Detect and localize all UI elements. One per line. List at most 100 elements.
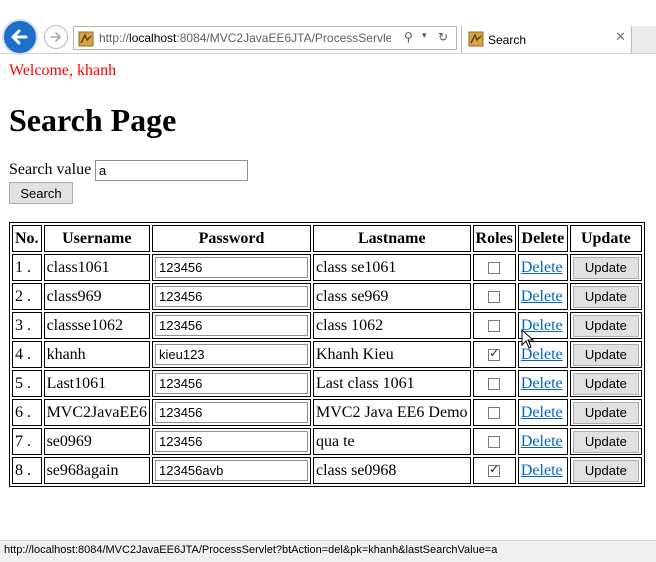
cell-password bbox=[152, 370, 311, 397]
role-checkbox[interactable] bbox=[488, 406, 501, 419]
table-row: 1 .class1061 class se1061 Delete Update bbox=[12, 254, 642, 281]
forward-arrow-icon bbox=[50, 32, 61, 42]
password-field[interactable] bbox=[155, 344, 308, 365]
chevron-down-icon[interactable]: ▾ bbox=[422, 31, 427, 41]
delete-link[interactable]: Delete bbox=[521, 404, 563, 421]
magnifier-icon[interactable]: ⚲ bbox=[404, 30, 413, 44]
password-field[interactable] bbox=[155, 402, 308, 423]
tab-search[interactable]: Search ✕ bbox=[461, 26, 632, 53]
cell-lastname: MVC2 Java EE6 Demo bbox=[313, 399, 471, 426]
update-button[interactable]: Update bbox=[572, 459, 639, 482]
cell-update: Update bbox=[569, 457, 642, 484]
cell-username: khanh bbox=[43, 341, 150, 368]
delete-link[interactable]: Delete bbox=[521, 375, 563, 392]
cell-lastname: Khanh Kieu bbox=[313, 341, 471, 368]
forward-button[interactable] bbox=[44, 25, 68, 49]
cell-roles bbox=[472, 341, 516, 368]
cell-no: 8 . bbox=[12, 457, 42, 484]
update-button[interactable]: Update bbox=[572, 256, 639, 279]
role-checkbox[interactable] bbox=[488, 377, 501, 390]
url-prefix: http:// bbox=[99, 31, 130, 45]
update-button[interactable]: Update bbox=[572, 372, 639, 395]
welcome-message: Welcome, khanh bbox=[9, 62, 117, 79]
cell-roles bbox=[472, 399, 516, 426]
role-checkbox[interactable] bbox=[488, 319, 501, 332]
delete-link[interactable]: Delete bbox=[521, 433, 563, 450]
search-label: Search value bbox=[9, 161, 92, 178]
cell-username: Last1061 bbox=[43, 370, 150, 397]
password-field[interactable] bbox=[155, 373, 308, 394]
cell-no: 2 . bbox=[12, 283, 42, 310]
back-arrow-icon bbox=[11, 29, 28, 45]
search-input[interactable] bbox=[95, 160, 248, 181]
password-field[interactable] bbox=[155, 286, 308, 307]
cell-update: Update bbox=[569, 428, 642, 455]
header-no: No. bbox=[12, 225, 42, 252]
url-host: localhost bbox=[129, 31, 177, 45]
cell-delete: Delete bbox=[517, 399, 568, 426]
update-button[interactable]: Update bbox=[572, 401, 639, 424]
role-checkbox[interactable] bbox=[488, 346, 501, 361]
header-delete: Delete bbox=[517, 225, 568, 252]
delete-link[interactable]: Delete bbox=[521, 288, 563, 305]
mouse-pointer-icon bbox=[521, 329, 535, 349]
refresh-icon[interactable]: ↻ bbox=[438, 30, 448, 44]
password-field[interactable] bbox=[155, 431, 308, 452]
cell-lastname: Last class 1061 bbox=[313, 370, 471, 397]
update-button[interactable]: Update bbox=[572, 314, 639, 337]
cell-password bbox=[152, 428, 311, 455]
cell-lastname: class se1061 bbox=[313, 254, 471, 281]
update-button[interactable]: Update bbox=[572, 285, 639, 308]
header-username: Username bbox=[43, 225, 150, 252]
cell-password bbox=[152, 254, 311, 281]
cell-password bbox=[152, 312, 311, 339]
password-field[interactable] bbox=[155, 315, 308, 336]
cell-roles bbox=[472, 312, 516, 339]
delete-link[interactable]: Delete bbox=[521, 259, 563, 276]
header-roles: Roles bbox=[472, 225, 516, 252]
role-checkbox[interactable] bbox=[488, 462, 501, 477]
tab-title: Search bbox=[488, 33, 527, 47]
table-row: 3 .classse1062class 1062DeleteUpdate bbox=[12, 312, 642, 339]
cell-delete: Delete bbox=[517, 370, 568, 397]
table-header-row: No. Username Password Lastname Roles Del… bbox=[12, 225, 642, 252]
browser-chrome: http://localhost:8084/MVC2JavaEE6JTA/Pro… bbox=[0, 0, 656, 58]
cell-roles bbox=[472, 428, 516, 455]
cell-username: se0969 bbox=[43, 428, 150, 455]
cell-update: Update bbox=[569, 312, 642, 339]
update-button[interactable]: Update bbox=[572, 430, 639, 453]
status-bar: http://localhost:8084/MVC2JavaEE6JTA/Pro… bbox=[0, 540, 656, 562]
status-url: http://localhost:8084/MVC2JavaEE6JTA/Pro… bbox=[4, 544, 498, 556]
cell-lastname: class 1062 bbox=[313, 312, 471, 339]
table-row: 7 .se0969 qua te Delete Update bbox=[12, 428, 642, 455]
role-checkbox[interactable] bbox=[488, 435, 501, 448]
search-button[interactable]: Search bbox=[9, 182, 73, 204]
password-field[interactable] bbox=[155, 460, 308, 481]
table-row: 5 .Last1061 Last class 1061 Delete Update bbox=[12, 370, 642, 397]
cell-no: 6 . bbox=[12, 399, 42, 426]
back-button[interactable] bbox=[2, 19, 38, 55]
close-icon[interactable]: ✕ bbox=[615, 30, 626, 45]
role-checkbox[interactable] bbox=[488, 261, 501, 274]
role-checkbox[interactable] bbox=[488, 290, 501, 303]
cell-no: 5 . bbox=[12, 370, 42, 397]
address-text[interactable]: http://localhost:8084/MVC2JavaEE6JTA/Pro… bbox=[99, 31, 391, 45]
cell-lastname: qua te bbox=[313, 428, 471, 455]
cell-no: 4 . bbox=[12, 341, 42, 368]
update-button[interactable]: Update bbox=[572, 343, 639, 366]
cell-password bbox=[152, 399, 311, 426]
cell-no: 7 . bbox=[12, 428, 42, 455]
cell-password bbox=[152, 457, 311, 484]
address-bar[interactable]: http://localhost:8084/MVC2JavaEE6JTA/Pro… bbox=[73, 26, 457, 50]
cell-username: class1061 bbox=[43, 254, 150, 281]
cell-update: Update bbox=[569, 370, 642, 397]
cell-password bbox=[152, 341, 311, 368]
cell-no: 3 . bbox=[12, 312, 42, 339]
cell-username: classse1062 bbox=[43, 312, 150, 339]
page-title: Search Page bbox=[9, 102, 177, 138]
delete-link[interactable]: Delete bbox=[521, 462, 563, 479]
cell-username: MVC2JavaEE6 bbox=[43, 399, 150, 426]
cell-username: se968again bbox=[43, 457, 150, 484]
cell-roles bbox=[472, 283, 516, 310]
password-field[interactable] bbox=[155, 257, 308, 278]
